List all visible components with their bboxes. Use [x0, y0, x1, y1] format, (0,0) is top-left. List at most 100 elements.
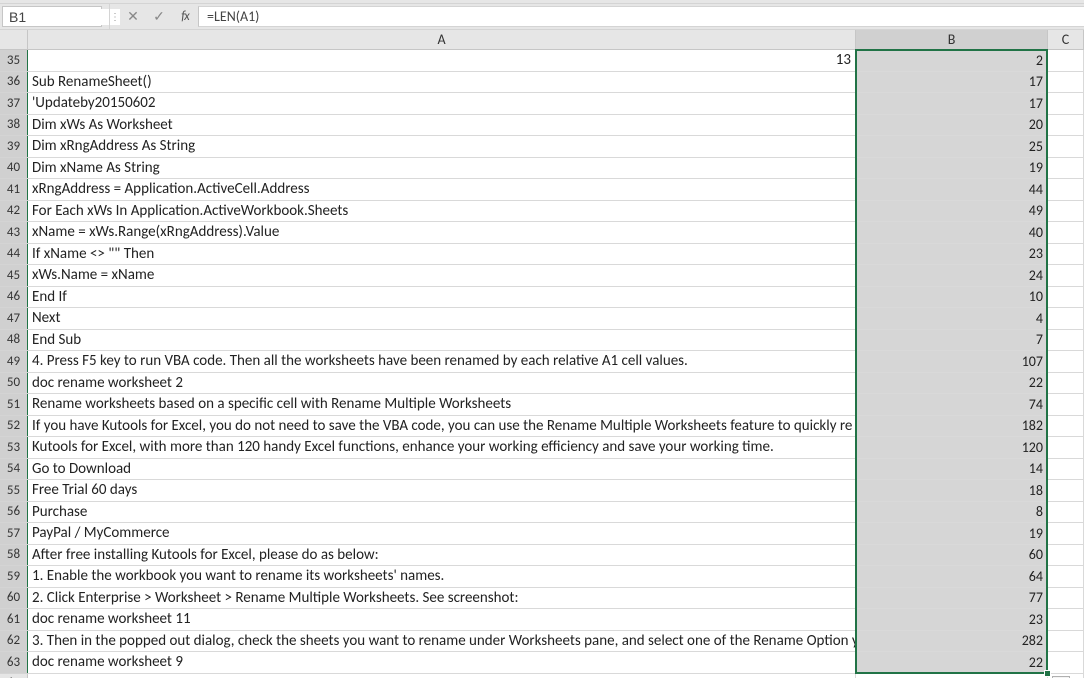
- cell-A[interactable]: Sub RenameSheet(): [28, 72, 856, 94]
- row-header[interactable]: 39: [0, 136, 28, 158]
- cell-A[interactable]: 'Updateby20150602: [28, 93, 856, 115]
- cell-B[interactable]: 74: [856, 394, 1048, 416]
- cell-A[interactable]: 13: [28, 50, 856, 72]
- cell-B[interactable]: 20: [856, 115, 1048, 137]
- cell-B[interactable]: 7: [856, 330, 1048, 352]
- cell-B[interactable]: 282: [856, 631, 1048, 653]
- cell-C[interactable]: [1048, 50, 1084, 72]
- cell-A[interactable]: 3. Then in the popped out dialog, check …: [28, 631, 856, 653]
- cell-C[interactable]: [1048, 308, 1084, 330]
- row-header[interactable]: 58: [0, 545, 28, 567]
- select-all-corner[interactable]: [0, 30, 28, 49]
- cell-B[interactable]: 22: [856, 373, 1048, 395]
- cell-B[interactable]: 49: [856, 201, 1048, 223]
- cell-C[interactable]: [1048, 93, 1084, 115]
- cell-A[interactable]: 4. Press F5 key to run VBA code. Then al…: [28, 351, 856, 373]
- row-header[interactable]: 36: [0, 72, 28, 94]
- row-header[interactable]: 62: [0, 631, 28, 653]
- cell-B[interactable]: 22: [856, 652, 1048, 674]
- cell-B[interactable]: [856, 674, 1048, 678]
- cell-C[interactable]: [1048, 437, 1084, 459]
- row-header[interactable]: 52: [0, 416, 28, 438]
- formula-input[interactable]: =LEN(A1): [198, 6, 1084, 27]
- row-header[interactable]: 59: [0, 566, 28, 588]
- cell-A[interactable]: xName = xWs.Range(xRngAddress).Value: [28, 222, 856, 244]
- row-header[interactable]: 49: [0, 351, 28, 373]
- cell-C[interactable]: [1048, 609, 1084, 631]
- cell-C[interactable]: [1048, 330, 1084, 352]
- cell-A[interactable]: If you have Kutools for Excel, you do no…: [28, 416, 856, 438]
- cell-A[interactable]: Dim xWs As Worksheet: [28, 115, 856, 137]
- cell-A[interactable]: Free Trial 60 days: [28, 480, 856, 502]
- row-header[interactable]: 50: [0, 373, 28, 395]
- cell-B[interactable]: 44: [856, 179, 1048, 201]
- cell-C[interactable]: [1048, 373, 1084, 395]
- cell-A[interactable]: doc rename worksheet 11: [28, 609, 856, 631]
- cell-A[interactable]: If xName <> "" Then: [28, 244, 856, 266]
- cell-B[interactable]: 19: [856, 523, 1048, 545]
- cell-C[interactable]: [1048, 351, 1084, 373]
- row-header[interactable]: 35: [0, 50, 28, 72]
- cell-A[interactable]: End If: [28, 287, 856, 309]
- fx-icon[interactable]: fx: [172, 4, 198, 29]
- cell-B[interactable]: 10: [856, 287, 1048, 309]
- cancel-icon[interactable]: ✕: [120, 4, 146, 29]
- cell-A[interactable]: xRngAddress = Application.ActiveCell.Add…: [28, 179, 856, 201]
- cell-B[interactable]: 8: [856, 502, 1048, 524]
- cell-A[interactable]: Dim xName As String: [28, 158, 856, 180]
- cell-C[interactable]: [1048, 158, 1084, 180]
- cell-B[interactable]: 64: [856, 566, 1048, 588]
- cell-C[interactable]: [1048, 459, 1084, 481]
- cell-B[interactable]: 17: [856, 93, 1048, 115]
- row-header[interactable]: 41: [0, 179, 28, 201]
- cell-C[interactable]: [1048, 222, 1084, 244]
- cell-C[interactable]: [1048, 287, 1084, 309]
- row-header[interactable]: 37: [0, 93, 28, 115]
- row-header[interactable]: 43: [0, 222, 28, 244]
- cell-B[interactable]: 18: [856, 480, 1048, 502]
- cell-C[interactable]: [1048, 416, 1084, 438]
- column-header-A[interactable]: A: [28, 30, 856, 49]
- row-header[interactable]: 64: [0, 674, 28, 678]
- row-header[interactable]: 53: [0, 437, 28, 459]
- cell-C[interactable]: [1048, 588, 1084, 610]
- cell-B[interactable]: 19: [856, 158, 1048, 180]
- column-header-C[interactable]: C: [1048, 30, 1084, 49]
- cell-C[interactable]: [1048, 545, 1084, 567]
- cell-C[interactable]: [1048, 179, 1084, 201]
- cell-C[interactable]: [1048, 72, 1084, 94]
- cell-A[interactable]: Kutools for Excel, with more than 120 ha…: [28, 437, 856, 459]
- cell-A[interactable]: 1. Enable the workbook you want to renam…: [28, 566, 856, 588]
- row-header[interactable]: 47: [0, 308, 28, 330]
- cell-B[interactable]: 4: [856, 308, 1048, 330]
- cell-C[interactable]: [1048, 502, 1084, 524]
- row-header[interactable]: 44: [0, 244, 28, 266]
- cell-C[interactable]: [1048, 480, 1084, 502]
- cell-C[interactable]: [1048, 652, 1084, 674]
- row-header[interactable]: 55: [0, 480, 28, 502]
- row-header[interactable]: 42: [0, 201, 28, 223]
- cell-B[interactable]: 23: [856, 609, 1048, 631]
- row-header[interactable]: 56: [0, 502, 28, 524]
- cell-A[interactable]: For Each xWs In Application.ActiveWorkbo…: [28, 201, 856, 223]
- cell-C[interactable]: [1048, 566, 1084, 588]
- cell-B[interactable]: 77: [856, 588, 1048, 610]
- cell-A[interactable]: Rename worksheets based on a specific ce…: [28, 394, 856, 416]
- cell-A[interactable]: doc rename worksheet 9: [28, 652, 856, 674]
- cell-A[interactable]: [28, 674, 856, 678]
- cell-B[interactable]: 107: [856, 351, 1048, 373]
- cell-B[interactable]: 182: [856, 416, 1048, 438]
- row-header[interactable]: 38: [0, 115, 28, 137]
- drag-handle-icon[interactable]: ⋮: [110, 4, 120, 29]
- row-header[interactable]: 48: [0, 330, 28, 352]
- cell-C[interactable]: [1048, 244, 1084, 266]
- cell-B[interactable]: 2: [856, 50, 1048, 72]
- enter-icon[interactable]: ✓: [146, 4, 172, 29]
- cell-C[interactable]: [1048, 136, 1084, 158]
- cell-A[interactable]: Dim xRngAddress As String: [28, 136, 856, 158]
- cell-C[interactable]: [1048, 201, 1084, 223]
- row-header[interactable]: 54: [0, 459, 28, 481]
- cell-C[interactable]: [1048, 523, 1084, 545]
- cell-C[interactable]: [1048, 394, 1084, 416]
- cell-A[interactable]: Next: [28, 308, 856, 330]
